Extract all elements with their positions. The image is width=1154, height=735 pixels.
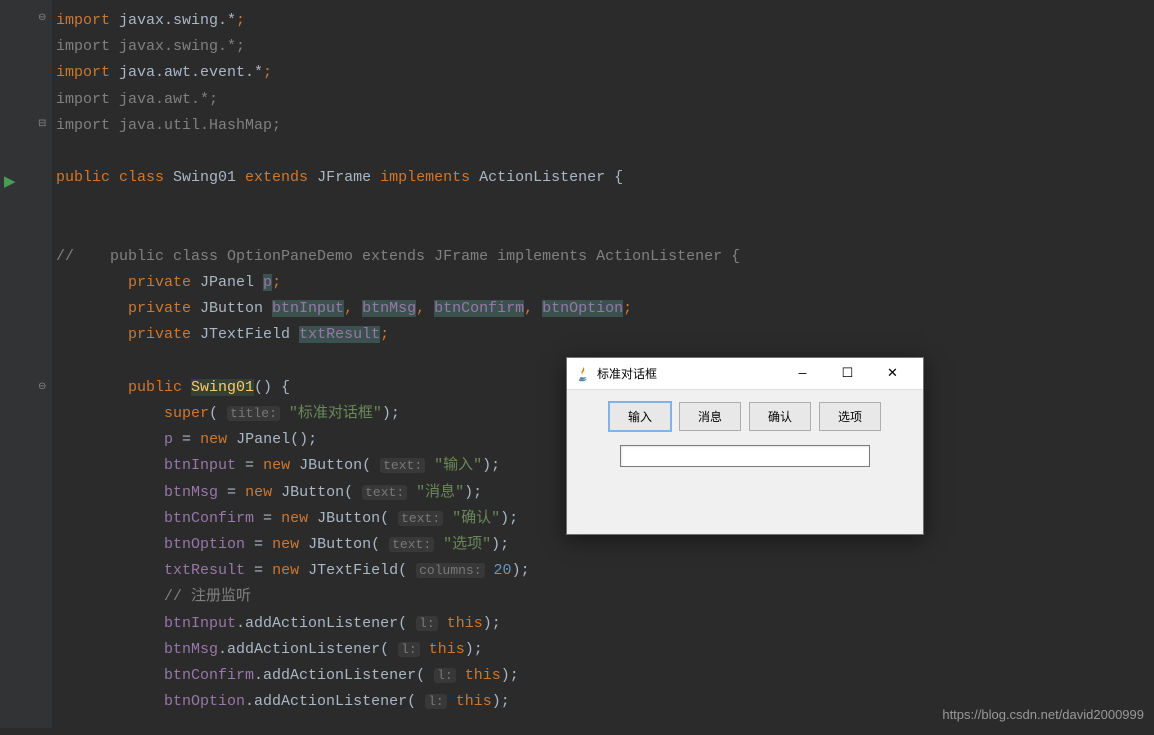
minimize-button[interactable]: — bbox=[780, 359, 825, 389]
swing-dialog: 标准对话框 — ☐ ✕ 输入 消息 确认 选项 bbox=[566, 357, 924, 535]
button-row: 输入 消息 确认 选项 bbox=[609, 402, 881, 431]
fold-icon[interactable]: ⊖ bbox=[38, 381, 50, 393]
java-icon bbox=[575, 366, 591, 382]
dialog-titlebar[interactable]: 标准对话框 — ☐ ✕ bbox=[567, 358, 923, 390]
watermark: https://blog.csdn.net/david2000999 bbox=[942, 707, 1144, 722]
fold-icon[interactable]: ⊟ bbox=[38, 118, 50, 130]
confirm-button[interactable]: 确认 bbox=[749, 402, 811, 431]
result-input[interactable] bbox=[620, 445, 870, 467]
dialog-title: 标准对话框 bbox=[597, 365, 780, 382]
maximize-button[interactable]: ☐ bbox=[825, 359, 870, 389]
input-button[interactable]: 输入 bbox=[609, 402, 671, 431]
msg-button[interactable]: 消息 bbox=[679, 402, 741, 431]
fold-icon[interactable]: ⊖ bbox=[38, 12, 50, 24]
close-button[interactable]: ✕ bbox=[870, 359, 915, 389]
run-icon[interactable]: ▶ bbox=[4, 172, 16, 184]
editor-gutter: ⊖ ⊟ ▶ ⊖ bbox=[0, 0, 52, 728]
option-button[interactable]: 选项 bbox=[819, 402, 881, 431]
dialog-body: 输入 消息 确认 选项 bbox=[567, 390, 923, 479]
